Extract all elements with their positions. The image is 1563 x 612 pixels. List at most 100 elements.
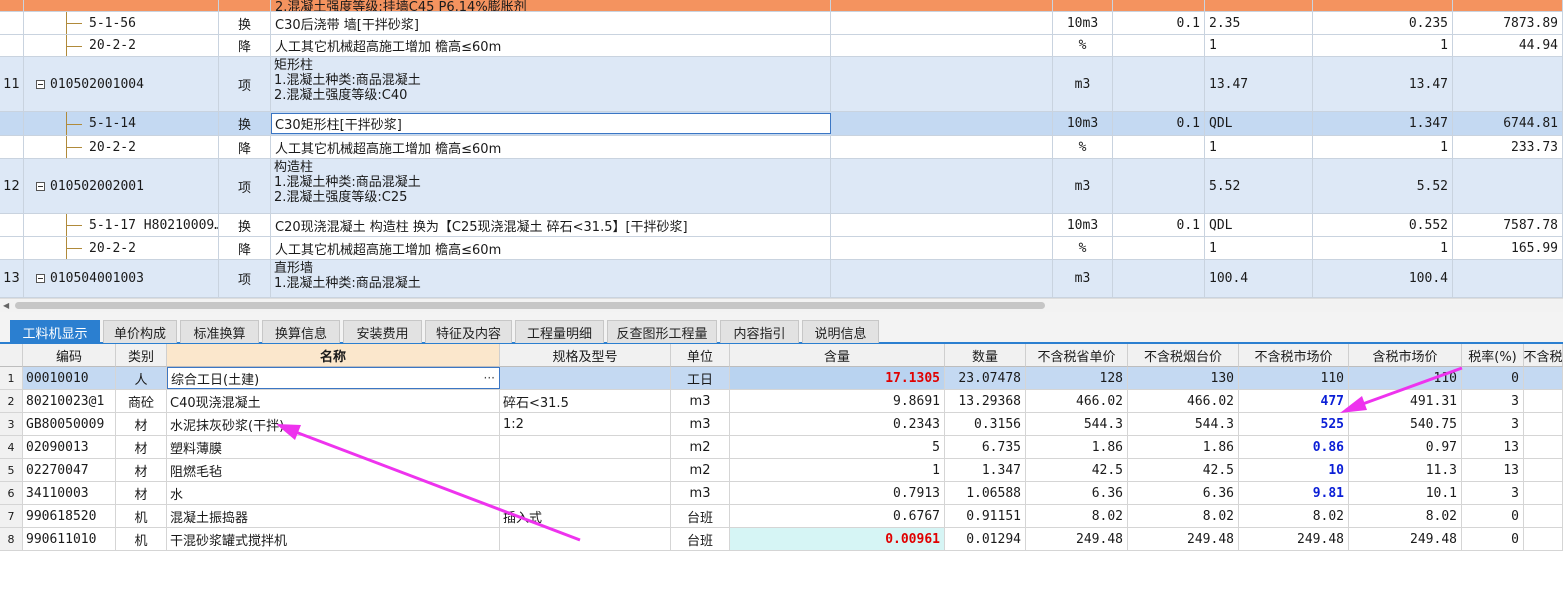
cell-name[interactable]: C20现浇混凝土 构造柱 换为【C25现浇混凝土 碎石<31.5】[干拌砂浆]	[271, 214, 831, 236]
cell-qty[interactable]: 13.29368	[945, 390, 1026, 412]
cell-cat[interactable]: 商砼	[116, 390, 167, 412]
cell-qty_expr[interactable]: QDL	[1205, 112, 1313, 135]
cell-price[interactable]: 6744.81	[1453, 112, 1563, 135]
cell-name[interactable]: 矩形柱 1.混凝土种类:商品混凝土 2.混凝土强度等级:C40	[271, 57, 831, 111]
cell-spec[interactable]: 碎石<31.5	[500, 390, 671, 412]
cell-content[interactable]: 0.00961	[730, 528, 945, 550]
material-row[interactable]: 8 990611010 机 干混砂浆罐式搅拌机 台班 0.00961 0.01294 249.…	[0, 528, 1563, 551]
cell-p1[interactable]: 6.36	[1026, 482, 1128, 504]
cell-spec[interactable]: 插入式	[500, 505, 671, 527]
cell-blank[interactable]	[831, 159, 1053, 213]
cell-code[interactable]: 990611010	[23, 528, 116, 550]
cell-blank[interactable]	[831, 112, 1053, 135]
column-header[interactable]: 含量	[730, 344, 945, 367]
tab-1[interactable]: 工料机显示	[10, 320, 100, 343]
cell-code[interactable]: 02270047	[23, 459, 116, 481]
cell-name[interactable]: 阻燃毛毡	[167, 459, 500, 481]
cell-market[interactable]: 8.02	[1239, 505, 1349, 527]
cell-tax[interactable]: 3	[1462, 482, 1524, 504]
cell-p2[interactable]: 466.02	[1128, 390, 1239, 412]
cell-code[interactable]: 010502001004	[24, 57, 219, 111]
cell-cat[interactable]: 降	[219, 237, 271, 259]
cell-cat[interactable]: 换	[219, 12, 271, 34]
cell-qty[interactable]: 0.3156	[945, 413, 1026, 435]
quota-name-editor[interactable]: C30矩形柱[干拌砂浆]	[271, 113, 831, 134]
cell-blank[interactable]	[831, 260, 1053, 297]
cell-market_tax[interactable]: 110	[1349, 367, 1462, 389]
cell-market_tax[interactable]: 249.48	[1349, 528, 1462, 550]
scroll-left-icon[interactable]: ◀	[3, 301, 9, 310]
cell-unit[interactable]: m3	[671, 413, 730, 435]
cell-code[interactable]: 20-2-2	[24, 237, 219, 259]
cell-code[interactable]: 5-1-14	[24, 112, 219, 135]
collapse-icon[interactable]	[36, 181, 45, 191]
cell-factor[interactable]	[1113, 159, 1205, 213]
quota-row[interactable]: 5-1-17 H80210009… 换 C20现浇混凝土 构造柱 换为【C25现浇混…	[0, 214, 1563, 237]
cell-code[interactable]: 34110003	[23, 482, 116, 504]
tab-4[interactable]: 换算信息	[262, 320, 340, 343]
cell-tax[interactable]: 0	[1462, 505, 1524, 527]
cell-p1[interactable]: 8.02	[1026, 505, 1128, 527]
cell-factor[interactable]	[1113, 237, 1205, 259]
cell-spec[interactable]	[500, 482, 671, 504]
cell-p2[interactable]: 8.02	[1128, 505, 1239, 527]
cell-name[interactable]: C40现浇混凝土	[167, 390, 500, 412]
cell-p2[interactable]: 249.48	[1128, 528, 1239, 550]
cell-unit[interactable]: 台班	[671, 505, 730, 527]
cell-market_tax[interactable]: 491.31	[1349, 390, 1462, 412]
bill-item-row[interactable]: 13 010504001003 项 直形墙 1.混凝土种类:商品混凝土 m3 100.4 10…	[0, 260, 1563, 298]
cell-code[interactable]: 010504001003	[24, 260, 219, 297]
cell-qty_expr[interactable]: 1	[1205, 136, 1313, 158]
cell-blank[interactable]	[831, 136, 1053, 158]
column-header[interactable]: 不含税烟台价	[1128, 344, 1239, 367]
cell-more[interactable]	[1524, 482, 1563, 504]
cell-price[interactable]: 7587.78	[1453, 214, 1563, 236]
cell-name[interactable]: 混凝土振捣器	[167, 505, 500, 527]
cell-p1[interactable]: 1.86	[1026, 436, 1128, 458]
cell-p1[interactable]: 128	[1026, 367, 1128, 389]
material-row[interactable]: 5 02270047 材 阻燃毛毡 m2 1 1.347 42.5 42.5 10 11.3 13	[0, 459, 1563, 482]
cell-p1[interactable]: 544.3	[1026, 413, 1128, 435]
cell-factor[interactable]: 0.1	[1113, 112, 1205, 135]
cell-qty[interactable]: 1.347	[1313, 112, 1453, 135]
cell-market[interactable]: 9.81	[1239, 482, 1349, 504]
material-row[interactable]: 2 80210023@1 商砼 C40现浇混凝土 碎石<31.5 m3 9.8691 13.2…	[0, 390, 1563, 413]
cell-tax[interactable]: 0	[1462, 528, 1524, 550]
cell-qty_expr[interactable]: 13.47	[1205, 57, 1313, 111]
cell-qty_expr[interactable]: QDL	[1205, 214, 1313, 236]
cell-price[interactable]	[1453, 0, 1563, 11]
cell-qty[interactable]: 0.91151	[945, 505, 1026, 527]
cell-cat[interactable]: 人	[116, 367, 167, 389]
cell-price[interactable]	[1453, 159, 1563, 213]
cell-cat[interactable]: 机	[116, 505, 167, 527]
cell-content[interactable]: 0.6767	[730, 505, 945, 527]
cell-spec[interactable]	[500, 436, 671, 458]
cell-qty[interactable]: 0.01294	[945, 528, 1026, 550]
tab-10[interactable]: 说明信息	[802, 320, 879, 343]
cell-name[interactable]: 综合工日(土建) ···	[167, 367, 500, 389]
cell-unit[interactable]: 10m3	[1053, 214, 1113, 236]
cell-factor[interactable]: 0.1	[1113, 12, 1205, 34]
cell-more[interactable]	[1524, 413, 1563, 435]
material-row[interactable]: 1 00010010 人 综合工日(土建) ··· 工日 17.1305 23.07478 12…	[0, 367, 1563, 390]
column-header[interactable]: 名称	[167, 344, 500, 367]
cell-blank[interactable]	[831, 0, 1053, 11]
cell-qty[interactable]: 1	[1313, 136, 1453, 158]
cell-more[interactable]	[1524, 390, 1563, 412]
cell-factor[interactable]: 0.1	[1113, 214, 1205, 236]
column-header[interactable]: 含税市场价	[1349, 344, 1462, 367]
cell-qty[interactable]: 1.347	[945, 459, 1026, 481]
cell-market[interactable]: 0.86	[1239, 436, 1349, 458]
cell-unit[interactable]: %	[1053, 35, 1113, 56]
cell-more[interactable]	[1524, 528, 1563, 550]
quota-row[interactable]: 20-2-2 降 人工其它机械超高施工增加 檐高≤60m% 1 1 233.73	[0, 136, 1563, 159]
cell-qty[interactable]: 23.07478	[945, 367, 1026, 389]
cell-factor[interactable]	[1113, 35, 1205, 56]
cell-content[interactable]: 0.2343	[730, 413, 945, 435]
cell-tax[interactable]: 13	[1462, 436, 1524, 458]
quota-row[interactable]: 5-1-56 换 C30后浇带 墙[干拌砂浆] 10m3 0.1 2.35 0.235 787…	[0, 12, 1563, 35]
cell-tax[interactable]: 3	[1462, 390, 1524, 412]
cell-cat[interactable]: 机	[116, 528, 167, 550]
cell-cat[interactable]: 项	[219, 159, 271, 213]
cell-market_tax[interactable]: 0.97	[1349, 436, 1462, 458]
